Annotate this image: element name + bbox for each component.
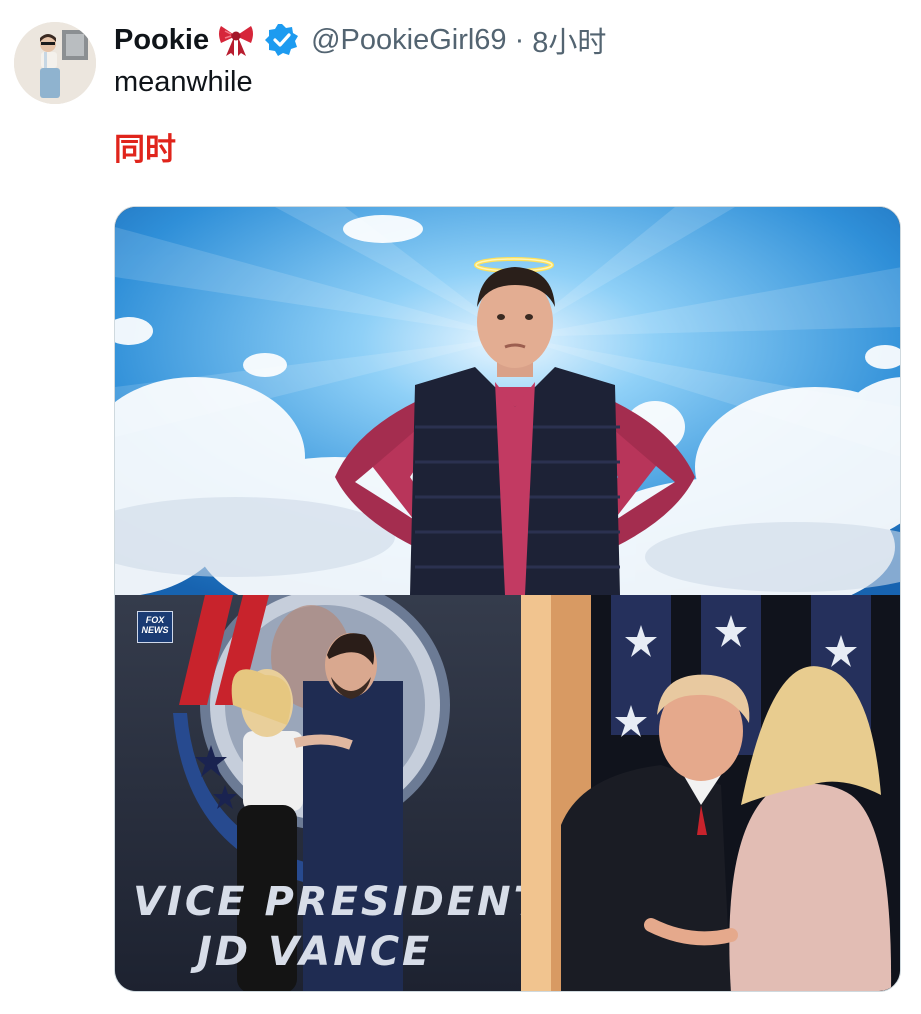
post-timestamp[interactable]: 8小时	[532, 19, 606, 61]
ribbon-bow-icon	[217, 23, 255, 57]
post-media[interactable]: FOX NEWS VICE PRESIDENT JD VANCE	[114, 206, 901, 992]
media-panel-stage-embrace	[521, 595, 900, 991]
fox-news-logo: FOX NEWS	[137, 611, 173, 643]
stage-screen-name: JD VANCE	[197, 929, 433, 975]
stage-screen-title: VICE PRESIDENT	[133, 879, 521, 925]
post-text: meanwhile	[114, 66, 253, 98]
post-header: Pookie @PookieGirl69 · 8小时	[114, 20, 606, 60]
author-handle[interactable]: @PookieGirl69	[311, 24, 506, 57]
avatar[interactable]	[14, 22, 96, 104]
avatar-image	[14, 22, 96, 104]
verified-badge-icon[interactable]	[265, 23, 299, 57]
author-name[interactable]: Pookie	[114, 24, 209, 57]
post-translation: 同时	[114, 132, 176, 168]
meta-separator: ·	[514, 23, 525, 56]
media-panel-stage-hug: FOX NEWS VICE PRESIDENT JD VANCE	[115, 595, 521, 991]
media-panel-heaven-halo	[115, 207, 900, 595]
